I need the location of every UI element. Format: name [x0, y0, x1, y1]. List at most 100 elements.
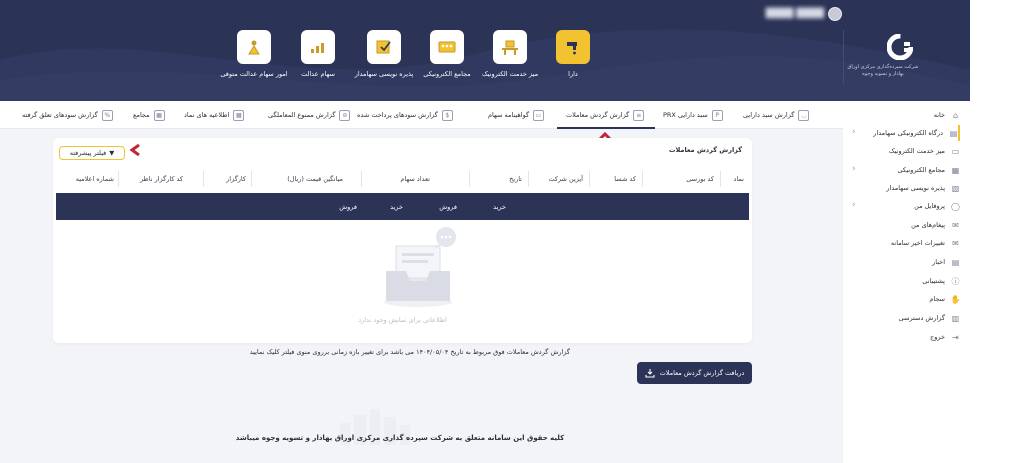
logout-icon: ⇥: [952, 332, 959, 342]
page-edge: [970, 0, 1024, 463]
subheader-buy: خرید: [493, 203, 506, 211]
empty-inbox-illustration: [384, 227, 456, 307]
subheader-sell: فروش: [339, 203, 357, 211]
accrued-icon: %: [101, 109, 113, 121]
service-label: پذیره نویسی سهامدار: [354, 70, 414, 78]
active-tab-indicator: [557, 127, 655, 129]
user-name: ████ ████: [765, 9, 824, 19]
certificate-icon: ▭: [533, 109, 545, 121]
sidebar-item-news[interactable]: ▤ اخبار: [848, 254, 960, 270]
sidebar-item-home[interactable]: ⌂ خانه: [848, 107, 960, 123]
sidebar-item-changes[interactable]: ✉ تغییرات اخیر سامانه: [848, 235, 960, 251]
sidebar-item-profile[interactable]: ◯ پروفایل من ‹: [848, 198, 960, 214]
logo-icon: [887, 34, 913, 60]
prx-icon: P: [711, 109, 723, 121]
chevron-left-icon: ‹: [852, 127, 856, 137]
sidebar-item-support[interactable]: ⓘ پشتیبانی: [848, 273, 960, 289]
table-subheader: خرید فروش خرید فروش: [56, 193, 749, 220]
service-label: میز خدمت الکترونیک: [481, 70, 539, 78]
service-subscription[interactable]: پذیره نویسی سهامدار: [349, 30, 419, 79]
assembly-icon: ▦: [951, 165, 960, 175]
assembly-icon: ▦: [153, 109, 165, 121]
tab-accrued-dividends[interactable]: % گزارش سودهای تعلق گرفته: [22, 108, 113, 122]
handshake-icon: ✋: [950, 294, 961, 304]
column-header: نماد: [733, 175, 744, 183]
service-edalat-deceased[interactable]: امور سهام عدالت متوفی: [219, 30, 289, 79]
column-header: کارگزار: [226, 175, 246, 183]
sidebar-item-access-report[interactable]: ▥ گزارش دسترسی: [848, 310, 960, 326]
home-icon: ⌂: [952, 110, 959, 120]
user-icon: ◯: [951, 201, 960, 211]
mail-icon: ✉: [952, 238, 959, 248]
filter-icon: ▼: [109, 149, 115, 157]
sidebar-item-subscription[interactable]: ▧ پذیره نویسی سهامدار: [848, 180, 960, 196]
sidebar-item-gateway[interactable]: ▤ درگاه الکترونیکی سهامدار ‹: [848, 125, 960, 141]
ban-icon: ⊘: [339, 109, 351, 121]
trades-icon: ≡: [633, 109, 645, 121]
service-dara[interactable]: دارا: [538, 30, 608, 79]
tab-prx[interactable]: P سبد دارایی PRX: [663, 108, 723, 122]
download-icon: [645, 369, 655, 378]
news-icon: ▤: [951, 257, 960, 267]
column-header: شماره اعلامیه: [75, 175, 114, 183]
tab-assemblies[interactable]: ▦ مجامع: [133, 108, 165, 122]
desk-icon: [493, 30, 527, 64]
sidebar-item-desk[interactable]: ▭ میز خدمت الکترونیک: [848, 143, 960, 159]
column-header: کد شسا: [614, 175, 636, 183]
tab-symbol-notices[interactable]: ▦ اطلاعیه های نماد: [184, 108, 245, 122]
service-desk[interactable]: میز خدمت الکترونیک: [475, 30, 545, 79]
logo-text: شرکت سپرده‌گذاری مرکزی اوراق بهادار و تس…: [847, 64, 919, 77]
copyright-text: کلیه حقوق این سامانه متعلق به شرکت سپرده…: [235, 434, 565, 442]
date-range-note: گزارش گردش معاملات فوق مربوط به تاریخ ۱۴…: [249, 348, 570, 356]
top-header: ████ ████ شرکت سپرده‌گذاری مرکزی اوراق ب…: [0, 0, 970, 101]
service-label: مجامع الکترونیکی: [423, 70, 471, 78]
column-divider: [528, 171, 529, 187]
column-divider: [720, 171, 721, 187]
report-tabs: ◡ گزارش سبد دارایی P سبد دارایی PRX ≡ گزارش…: [0, 101, 843, 129]
service-label: سهام عدالت: [301, 70, 335, 78]
column-divider: [118, 171, 119, 187]
tab-paid-dividends[interactable]: $ گزارش سودهای پرداخت شده: [357, 108, 453, 122]
tab-portfolio[interactable]: ◡ گزارش سبد دارایی: [743, 108, 810, 122]
sidebar-item-messages[interactable]: ✉ پیغام‌های من: [848, 217, 960, 233]
chevron-left-icon: ‹: [852, 164, 856, 174]
chart-icon: [301, 30, 335, 64]
desk-icon: ▭: [951, 146, 960, 156]
sidebar-item-sejam[interactable]: ✋ سجام: [848, 291, 960, 307]
user-menu[interactable]: ████ ████: [766, 6, 842, 24]
column-divider: [203, 171, 204, 187]
info-icon: ⓘ: [951, 276, 960, 286]
advanced-filter-button[interactable]: ▼ فیلتر پیشرفته: [59, 146, 125, 160]
sidebar-item-logout[interactable]: ⇥ خروج: [848, 329, 960, 345]
column-divider: [642, 171, 643, 187]
column-header: تاریخ: [509, 175, 522, 183]
column-header: میانگین قیمت (ریال): [287, 175, 343, 183]
deceased-icon: [237, 30, 271, 64]
sidebar: ⌂ خانه ▤ درگاه الکترونیکی سهامدار ‹ ▭ میز خد…: [843, 101, 970, 463]
service-label: دارا: [568, 70, 578, 78]
trades-report-card: گزارش گردش معاملات ▼ فیلتر پیشرفته نماد …: [53, 138, 752, 343]
avatar[interactable]: [828, 7, 842, 21]
tab-trades[interactable]: ≡ گزارش گردش معاملات: [566, 108, 645, 122]
empty-state-text: اطلاعاتی برای نمایش وجود ندارد: [358, 316, 447, 324]
mail-icon: ✉: [952, 220, 959, 230]
tab-trade-ban[interactable]: ⊘ گزارش ممنوع المعاملگی: [268, 108, 351, 122]
subheader-sell: فروش: [439, 203, 457, 211]
brand-logo[interactable]: شرکت سپرده‌گذاری مرکزی اوراق بهادار و تس…: [843, 30, 963, 84]
basket-icon: ◡: [798, 109, 810, 121]
sidebar-item-assembly[interactable]: ▦ مجامع الکترونیکی ‹: [848, 162, 960, 178]
card-title: گزارش گردش معاملات: [668, 146, 742, 154]
column-header: کد کارگزار ناظر: [139, 175, 183, 183]
chevron-left-icon: ‹: [852, 200, 856, 210]
assembly-icon: [430, 30, 464, 64]
tab-certificate[interactable]: ▭ گواهینامه سهام: [488, 108, 545, 122]
download-report-button[interactable]: دریافت گزارش گردش معاملات: [637, 362, 752, 384]
column-header: کد بورسی: [686, 175, 714, 183]
column-header: تعداد سهام: [400, 175, 430, 183]
subscription-icon: ▧: [951, 183, 960, 193]
column-divider: [589, 171, 590, 187]
service-assembly[interactable]: مجامع الکترونیکی: [412, 30, 482, 79]
notice-icon: ▦: [233, 109, 245, 121]
report-icon: ▥: [951, 313, 960, 323]
service-edalat[interactable]: سهام عدالت: [283, 30, 353, 79]
